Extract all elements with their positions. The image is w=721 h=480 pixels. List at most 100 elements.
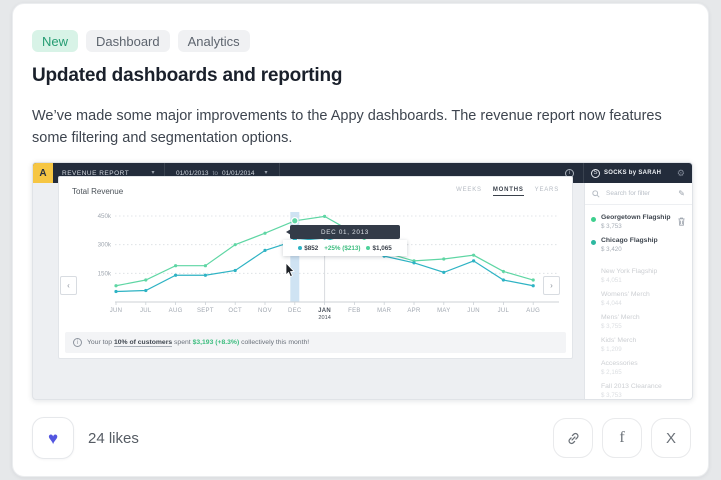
store-icon: S — [591, 169, 600, 178]
tag-row: New Dashboard Analytics — [32, 30, 691, 52]
x-tick-label: JUL — [140, 308, 152, 314]
tag-dashboard[interactable]: Dashboard — [86, 30, 170, 52]
tag-new[interactable]: New — [32, 30, 78, 52]
tooltip-values: $852 +25% ($213) $1,065 — [283, 240, 407, 256]
x-tick-label: APR — [407, 308, 421, 314]
revenue-chart[interactable]: 450k300k150kJUNJULAUGSEPTOCTNOVDECJAN201… — [59, 204, 574, 326]
facebook-share-button[interactable]: f — [602, 418, 642, 458]
series-dot-teal — [298, 246, 302, 250]
pencil-icon[interactable]: ✎ — [678, 190, 685, 198]
x-tick-label: AUG — [526, 308, 540, 314]
green-series-point — [204, 264, 207, 267]
tooltip-value-a: $852 — [298, 245, 318, 252]
filter-value: $ 3,753 — [601, 223, 684, 230]
green-series-point — [472, 254, 475, 257]
info-icon: i — [73, 338, 82, 347]
copy-link-button[interactable] — [553, 418, 593, 458]
green-series-point — [174, 264, 177, 267]
mouse-cursor — [285, 263, 296, 278]
y-tick-label: 150k — [98, 270, 112, 277]
teal-series-point — [114, 290, 117, 293]
trash-icon[interactable] — [678, 217, 685, 226]
x-icon: X — [666, 430, 676, 447]
store-name: SOCKS by SARAH — [604, 170, 673, 176]
green-series-point — [263, 232, 266, 235]
banner-amount: $3,193 (+8.3%) — [193, 339, 240, 346]
tab-months[interactable]: MONTHS — [493, 187, 524, 196]
filter-item[interactable]: Fall 2013 Clearance$ 3,753 — [585, 379, 692, 400]
banner-customers: 10% of customers — [114, 339, 172, 347]
filter-item[interactable]: Mens' Merch$ 3,755 — [585, 310, 692, 333]
green-series-point — [144, 278, 147, 281]
teal-series-point — [472, 259, 475, 262]
teal-series-point — [204, 274, 207, 277]
search-icon — [592, 190, 600, 198]
teal-series-point — [532, 284, 535, 287]
green-series-point — [323, 215, 326, 218]
tooltip-delta: +25% ($213) — [324, 245, 360, 252]
store-switcher[interactable]: S SOCKS by SARAH ⚙ — [584, 163, 692, 183]
app-logo[interactable]: A — [33, 163, 53, 183]
panel-title: Total Revenue — [72, 187, 123, 196]
filter-item[interactable]: Accessories$ 2,165 — [585, 356, 692, 379]
filter-item[interactable]: Georgetown Flagship$ 3,753 — [585, 210, 692, 233]
facebook-icon: f — [619, 429, 624, 447]
share-buttons: f X — [553, 418, 691, 458]
x-tick-label: JUN — [110, 308, 123, 314]
y-tick-label: 450k — [98, 213, 112, 220]
chart-area: 450k300k150kJUNJULAUGSEPTOCTNOVDECJAN201… — [59, 204, 572, 326]
x-tick-label: JUN — [467, 308, 480, 314]
x-tick-label: MAY — [437, 308, 450, 314]
filter-item[interactable]: Kids' Merch$ 1,209 — [585, 333, 692, 356]
likes-count: 24 likes — [88, 430, 139, 447]
x-share-button[interactable]: X — [651, 418, 691, 458]
teal-series-point — [502, 278, 505, 281]
filter-value: $ 2,165 — [601, 369, 684, 376]
filter-value: $ 3,420 — [601, 246, 684, 253]
filter-search: ✎ — [585, 183, 692, 205]
tag-analytics[interactable]: Analytics — [178, 30, 250, 52]
filter-item[interactable]: Chicago Flagship$ 3,420 — [585, 233, 692, 256]
tooltip-value-b: $1,065 — [366, 245, 391, 252]
filter-name: Kids' Merch — [601, 337, 684, 345]
teal-series-point — [263, 249, 266, 252]
filter-sidebar: ✎ Georgetown Flagship$ 3,753Chicago Flag… — [584, 183, 692, 399]
prev-period-button[interactable]: ‹ — [60, 276, 77, 295]
chart-tooltip: DEC 01, 2013 $852 +25% ($213) $1,065 — [283, 225, 407, 256]
filter-search-input[interactable] — [604, 189, 674, 198]
filter-name: Fall 2013 Clearance — [601, 383, 684, 391]
filter-value: $ 4,051 — [601, 277, 684, 284]
filter-list: Georgetown Flagship$ 3,753Chicago Flagsh… — [585, 205, 692, 400]
green-series-point — [502, 270, 505, 273]
link-icon — [565, 430, 582, 447]
filter-name: New York Flagship — [601, 268, 684, 276]
green-series-point — [114, 284, 117, 287]
post-body: We’ve made some major improvements to th… — [32, 106, 691, 149]
teal-series-point — [234, 269, 237, 272]
total-revenue-panel: Total Revenue WEEKSMONTHSYEARS 450k300k1… — [58, 176, 573, 359]
next-period-button[interactable]: › — [543, 276, 560, 295]
dashboard-screenshot: A REVENUE REPORT ▾ 01/01/2013 to 01/01/2… — [32, 162, 693, 400]
active-filter-dot — [591, 240, 596, 245]
x-tick-label: DEC — [288, 308, 302, 314]
like-button[interactable]: ♥ — [32, 417, 74, 459]
x-tick-label: OCT — [228, 308, 242, 314]
banner-text: Your top 10% of customers spent $3,193 (… — [87, 339, 309, 346]
tab-years[interactable]: YEARS — [535, 187, 559, 196]
green-series-point — [532, 278, 535, 281]
tab-weeks[interactable]: WEEKS — [456, 187, 482, 196]
active-filter-dot — [591, 217, 596, 222]
filter-item[interactable]: New York Flagship$ 4,051 — [585, 264, 692, 287]
post-footer: ♥ 24 likes f X — [32, 417, 691, 459]
filter-item[interactable]: Womens' Merch$ 4,044 — [585, 287, 692, 310]
x-tick-label: SEPT — [197, 308, 214, 314]
page: NewDashboardAnalytics Updated dashboards… — [0, 0, 721, 480]
x-tick-label: JAN — [318, 308, 331, 314]
filter-name: Mens' Merch — [601, 314, 684, 322]
filter-value: $ 4,044 — [601, 300, 684, 307]
x-tick-label: JUL — [498, 308, 510, 314]
gear-icon[interactable]: ⚙ — [677, 169, 685, 178]
range-tabs: WEEKS MONTHS YEARS — [456, 187, 559, 196]
year-label: 2014 — [318, 315, 330, 321]
x-tick-label: FEB — [348, 308, 361, 314]
